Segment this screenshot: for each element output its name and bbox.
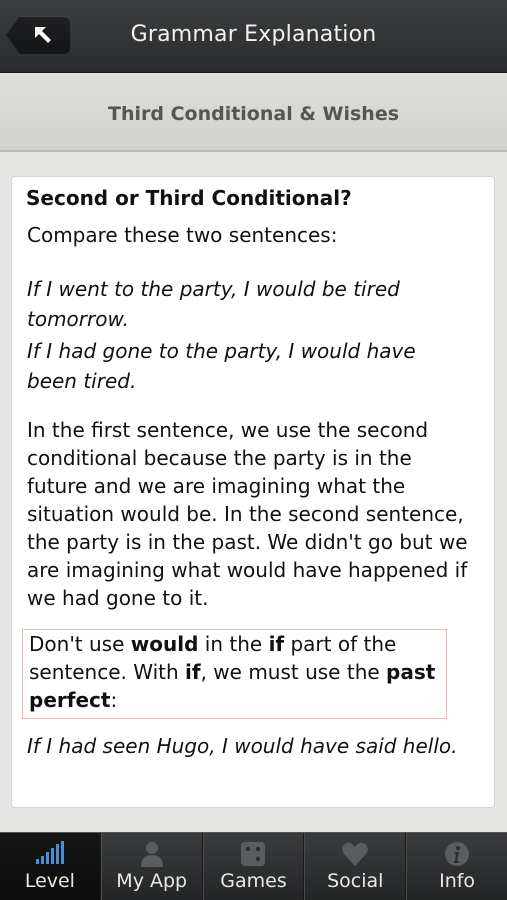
tab-my-app[interactable]: My App: [100, 833, 203, 900]
content-card: Second or Third Conditional? Compare the…: [11, 176, 495, 808]
tab-level[interactable]: Level: [0, 833, 101, 900]
dice-icon: [241, 842, 266, 866]
example-sentence-3: If I had seen Hugo, I would have said he…: [27, 734, 458, 758]
rule-note-box: Don't use would in the if part of the se…: [22, 629, 447, 719]
intro-text: Compare these two sentences:: [27, 223, 338, 247]
info-icon: [445, 842, 470, 866]
note-text: :: [110, 688, 118, 712]
content-heading: Second or Third Conditional?: [26, 186, 352, 210]
note-bold: if: [268, 632, 285, 656]
note-bold: would: [130, 632, 199, 656]
section-header: Third Conditional & Wishes: [0, 73, 507, 152]
header-bar: Grammar Explanation: [0, 0, 507, 73]
level-bars-icon: [35, 841, 64, 864]
note-text: Don't use: [29, 632, 131, 656]
tab-social-label: Social: [327, 870, 384, 892]
page-title: Grammar Explanation: [130, 22, 377, 47]
tab-my-app-label: My App: [116, 870, 188, 892]
section-title: Third Conditional & Wishes: [107, 103, 400, 125]
heart-icon: [342, 842, 369, 866]
tab-games[interactable]: Games: [202, 833, 305, 900]
explanation-paragraph: In the first sentence, we use the second…: [27, 418, 468, 610]
tab-info[interactable]: Info: [406, 833, 507, 900]
example-sentence-2: If I had gone to the party, I would have…: [27, 339, 416, 393]
person-icon: [140, 842, 163, 867]
tab-level-label: Level: [24, 870, 75, 892]
note-text: , we must use the: [200, 660, 387, 684]
example-sentence-1: If I went to the party, I would be tired…: [27, 277, 400, 331]
tab-info-label: Info: [439, 870, 476, 892]
note-bold: if: [185, 660, 201, 684]
note-text: in the: [198, 632, 269, 656]
tab-games-label: Games: [220, 870, 287, 892]
tab-social[interactable]: Social: [304, 833, 407, 900]
tab-bar: Level My App Games Social Info: [0, 832, 507, 900]
